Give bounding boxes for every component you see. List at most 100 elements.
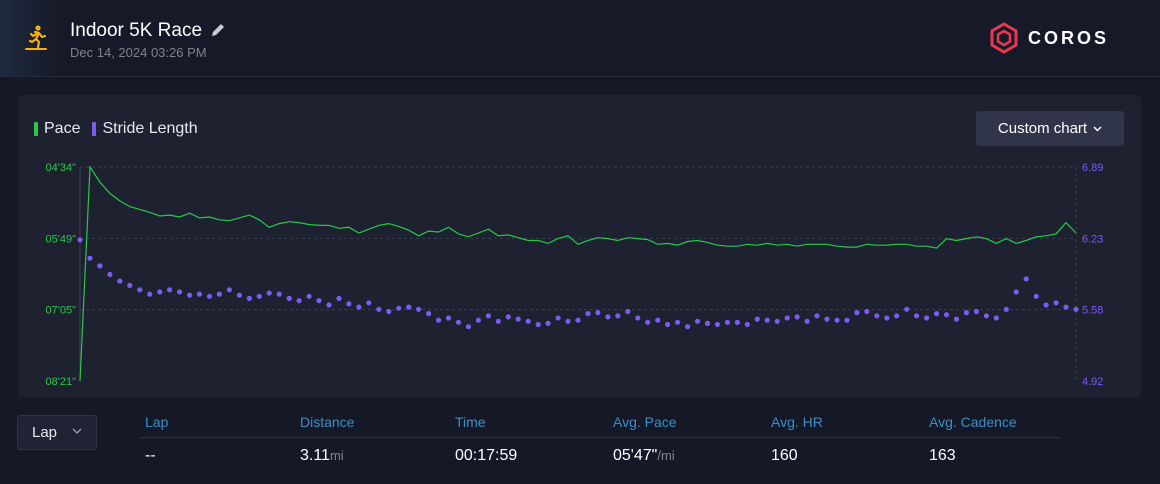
stride-length-point [177, 289, 183, 295]
left-tick-label: 08'21" [46, 376, 77, 388]
stride-length-point [744, 321, 750, 328]
stride-length-point [764, 317, 770, 323]
stride-length-point [714, 321, 721, 328]
stride-length-point [694, 318, 701, 324]
distance-value: 3.11 [300, 447, 330, 464]
time-value: 00:17:59 [455, 447, 518, 464]
stride-length-point [266, 290, 272, 296]
stride-length-point [97, 263, 103, 269]
stride-length-point [157, 289, 163, 295]
header-avg-hr: Avg. HR [771, 414, 823, 430]
stride-length-point [625, 308, 631, 315]
coros-logo: COROS [990, 22, 1109, 54]
stride-length-point [615, 313, 621, 319]
stride-length-point [246, 295, 252, 301]
left-tick-label: 05'49" [46, 233, 77, 245]
stride-length-point [814, 313, 820, 319]
stride-length-point [734, 319, 741, 325]
stride-length-point [107, 271, 113, 278]
stride-length-point [256, 293, 262, 299]
header-avg-cadence: Avg. Cadence [929, 414, 1017, 430]
lap-selector[interactable]: Lap [17, 415, 97, 450]
left-tick-label: 04'34" [46, 162, 77, 174]
stride-length-point [1053, 300, 1059, 306]
stride-length-point [704, 320, 711, 326]
table-row: -- 3.11mi 00:17:59 05'47"/mi 160 163 [140, 438, 1060, 474]
stride-length-point [306, 293, 312, 299]
stride-length-point [196, 291, 203, 297]
stride-length-point [685, 324, 691, 330]
stride-length-point [894, 313, 900, 319]
stride-length-point [187, 292, 193, 298]
stride-length-point [754, 316, 760, 322]
chart-panel: Pace Stride Length Custom chart 04'34" 6.… [18, 95, 1141, 397]
header-lap: Lap [145, 414, 169, 430]
right-tick-label: 4.92 [1082, 376, 1103, 388]
lap-stats-table: Lap Distance Time Avg. Pace Avg. HR Avg.… [140, 407, 1060, 474]
treadmill-runner-icon [25, 25, 47, 50]
stride-length-point [943, 312, 950, 318]
cadence-value: 163 [929, 447, 956, 464]
stride-length-point [904, 306, 910, 312]
stride-length-point [525, 318, 531, 324]
stride-length-point [1013, 289, 1019, 295]
stride-length-point [475, 317, 481, 323]
stride-length-point [376, 306, 382, 312]
right-tick-label: 5.58 [1082, 305, 1103, 317]
stride-length-point [645, 319, 651, 325]
stride-length-point [455, 319, 462, 325]
pace-unit: /mi [657, 448, 675, 463]
stride-length-point [535, 321, 541, 328]
stride-length-point [675, 319, 681, 325]
stride-length-point [924, 315, 930, 321]
lap-selector-label: Lap [32, 424, 58, 441]
stride-length-point [505, 314, 511, 320]
stride-length-point [296, 298, 302, 304]
edit-pencil-icon[interactable] [210, 22, 226, 38]
stride-length-point [226, 287, 232, 293]
stride-length-point [336, 295, 342, 301]
stride-length-point [914, 313, 920, 319]
stride-length-point [635, 315, 641, 321]
stride-length-point [147, 291, 153, 297]
stride-length-point [993, 315, 999, 321]
stride-length-point [804, 318, 810, 324]
stride-length-point [1033, 293, 1039, 299]
stride-length-point [346, 301, 352, 307]
distance-unit: mi [329, 448, 344, 463]
coros-logo-text: COROS [1028, 28, 1109, 48]
stride-length-point [953, 316, 960, 322]
stride-length-point [87, 255, 93, 261]
stride-length-point [485, 313, 491, 319]
header-distance: Distance [300, 414, 355, 430]
stride-length-point [555, 315, 561, 321]
stride-length-point [874, 313, 880, 319]
stride-length-point [206, 293, 213, 299]
stride-length-point [1063, 304, 1069, 310]
stride-length-point [1003, 306, 1009, 312]
stride-length-point [724, 319, 731, 325]
stride-length-point [77, 237, 83, 243]
stride-length-point [515, 316, 521, 322]
lap-value: -- [145, 447, 156, 464]
stride-length-point [774, 318, 780, 324]
stride-length-point [216, 291, 222, 297]
stride-length-point [973, 308, 980, 315]
stride-length-point [326, 302, 332, 308]
stride-length-point [465, 324, 471, 330]
stride-length-point [276, 291, 282, 297]
stride-length-point [445, 315, 452, 321]
stride-length-point [366, 300, 372, 306]
stride-length-point [665, 321, 671, 328]
stride-length-point [495, 318, 501, 324]
stride-length-point [406, 304, 412, 310]
stride-length-point [236, 292, 242, 298]
stride-length-point [1023, 276, 1029, 282]
stride-length-point [575, 317, 581, 323]
stride-length-point [396, 305, 402, 311]
stride-length-point [884, 315, 890, 321]
activity-date: Dec 14, 2024 03:26 PM [70, 45, 207, 60]
stride-length-point [834, 317, 840, 323]
stride-length-point [1043, 302, 1049, 308]
stride-length-point [864, 308, 870, 315]
